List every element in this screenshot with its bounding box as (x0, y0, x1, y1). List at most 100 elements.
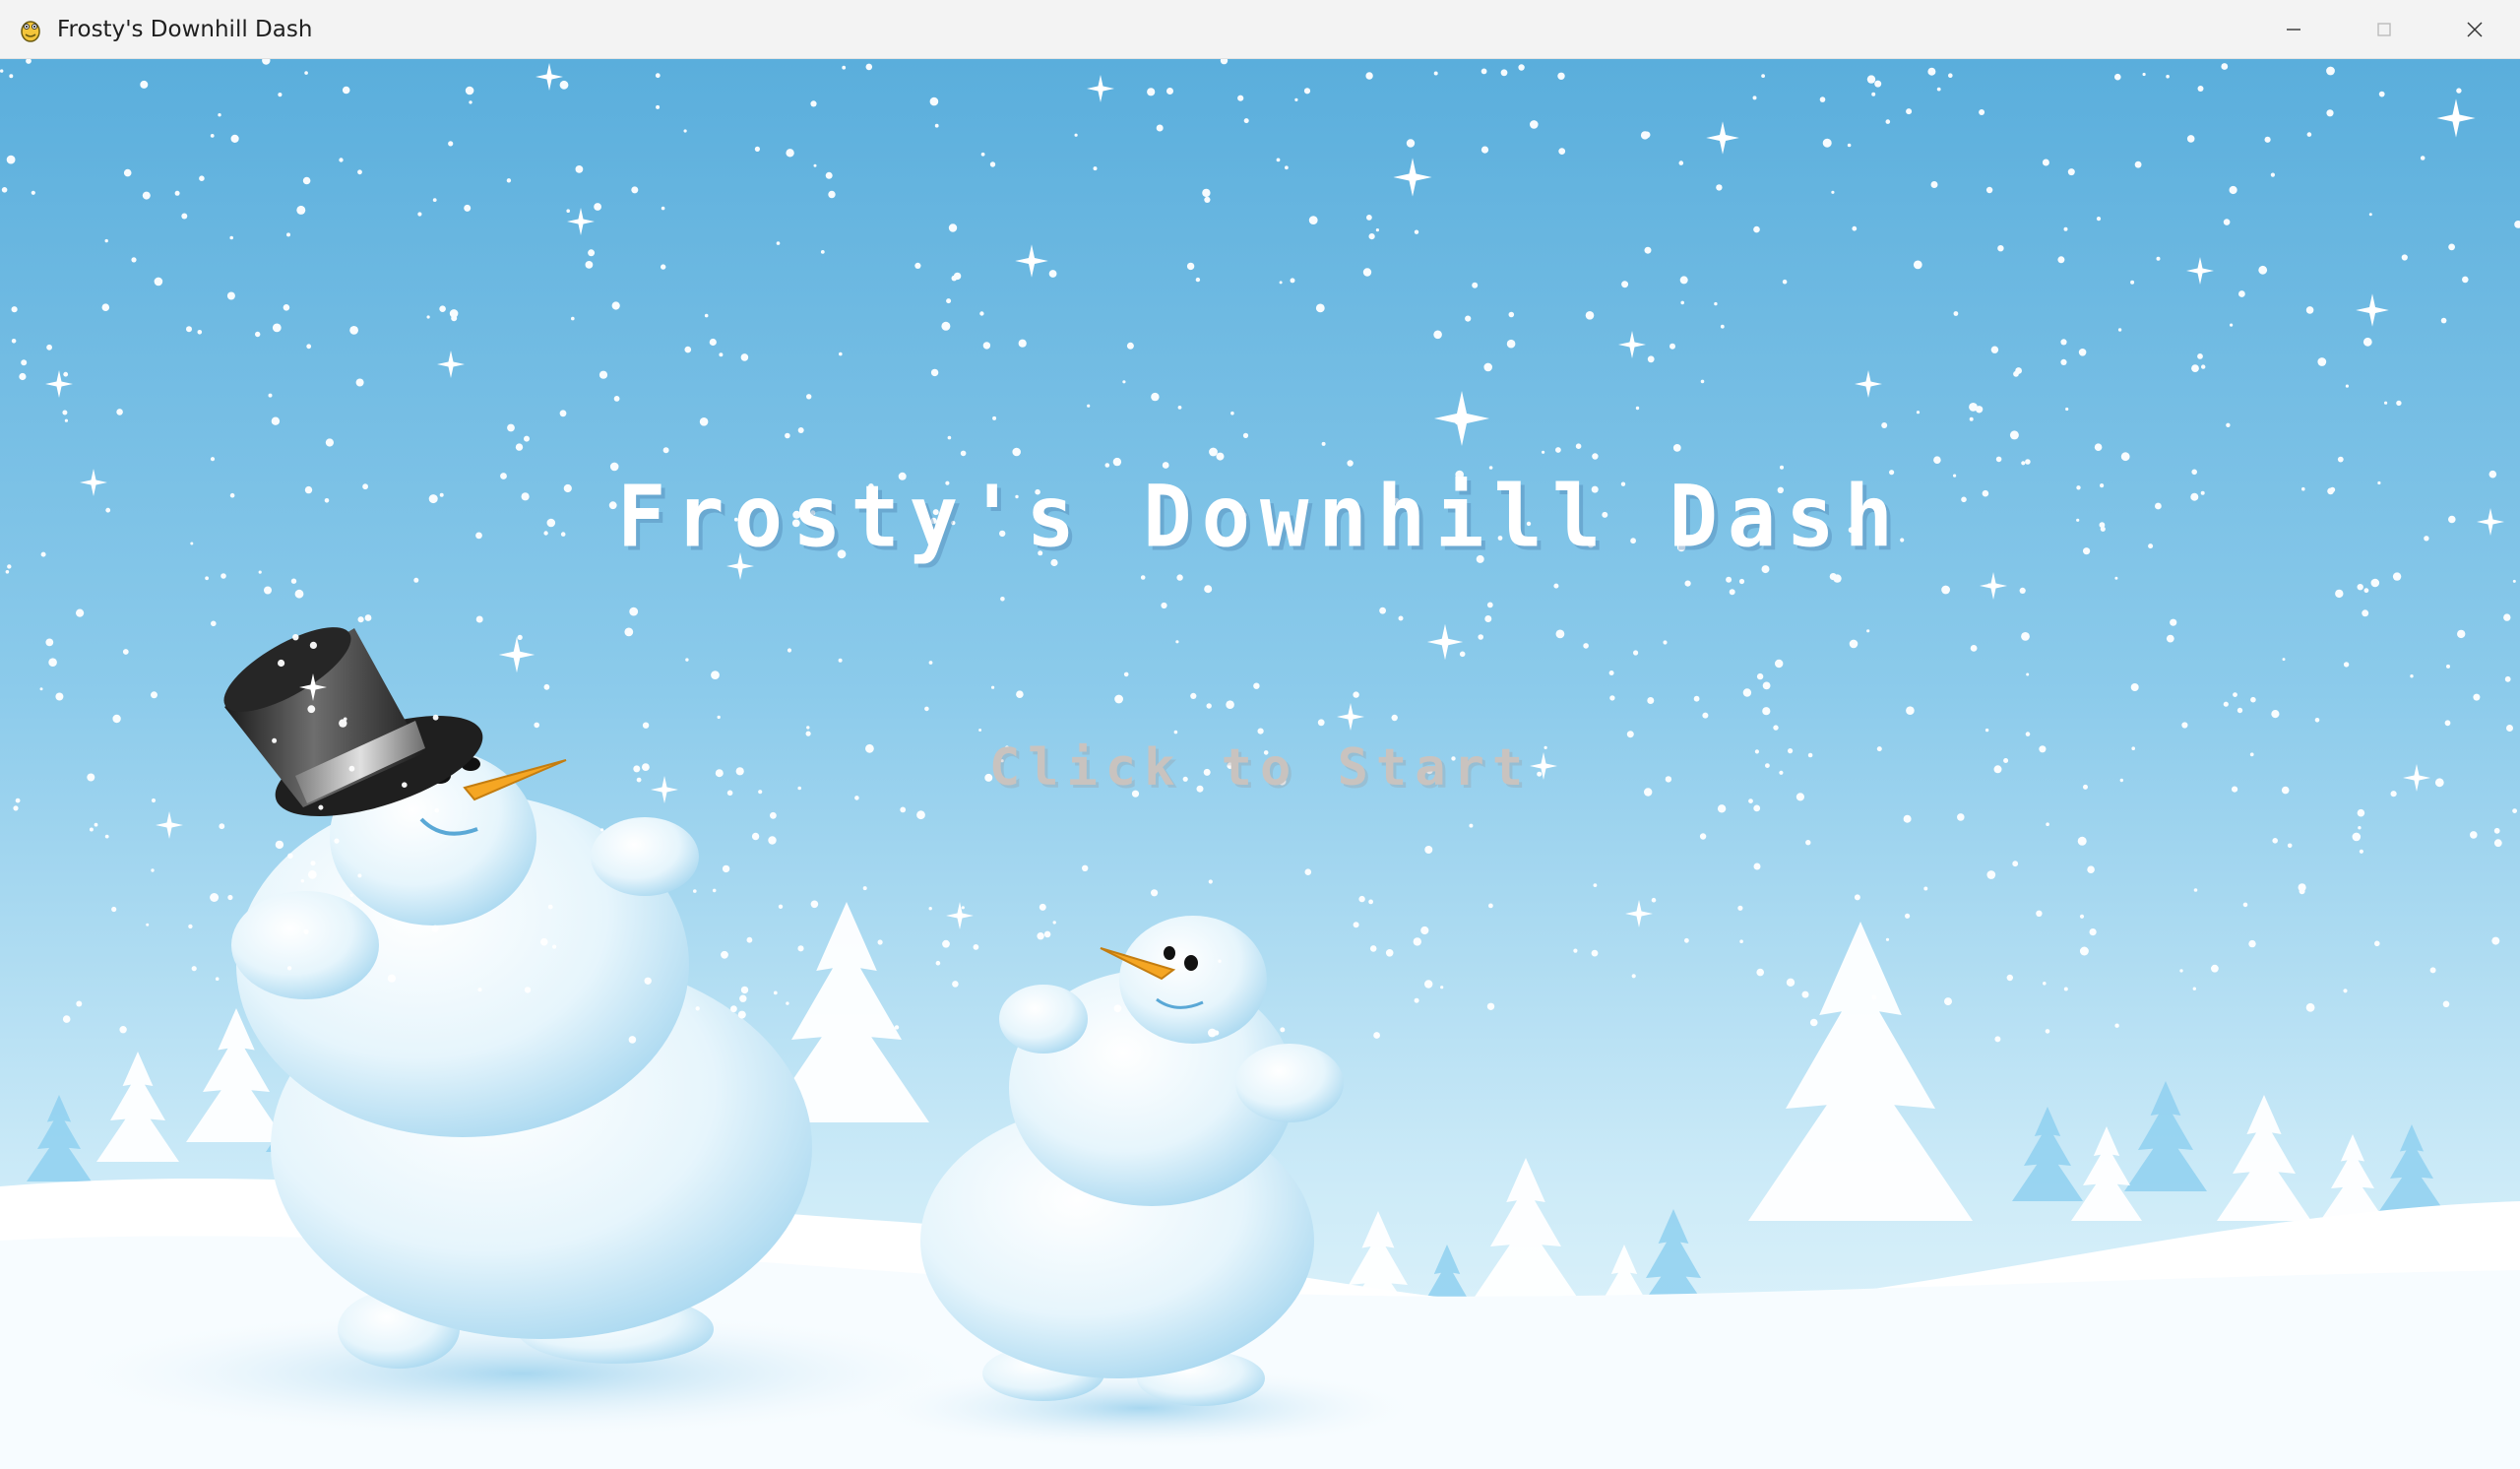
snow-speck (806, 394, 812, 400)
snow-speck (1166, 88, 1173, 95)
snow-speck (2401, 254, 2408, 261)
snow-speck (1626, 731, 1634, 738)
snow-speck (598, 370, 608, 379)
snow-speck (717, 715, 721, 720)
snow-speck (928, 661, 933, 665)
snow-speck (540, 937, 548, 946)
snow-speck (1699, 833, 1707, 840)
snow-speck (2078, 349, 2087, 356)
snow-speck (722, 864, 730, 873)
snow-speck (339, 158, 344, 162)
snow-speck (2305, 1002, 2315, 1012)
snow-speck (1631, 974, 1636, 979)
window-title: Frosty's Downhill Dash (57, 16, 313, 42)
snow-speck (2272, 838, 2278, 844)
snow-speck (1957, 813, 1965, 821)
snow-speck (258, 570, 262, 574)
snow-speck (2491, 936, 2500, 945)
snow-speck (2015, 367, 2022, 374)
snow-speck (785, 432, 790, 439)
snow-speck (2462, 276, 2469, 284)
snow-speck (1621, 281, 1629, 288)
snow-speck (1643, 131, 1651, 139)
snow-speck (464, 204, 472, 212)
snow-speck (2179, 969, 2183, 973)
snow-speck (307, 705, 316, 714)
snow-speck (2223, 219, 2231, 225)
snow-speck (63, 371, 69, 377)
snow-speck (219, 823, 225, 830)
snow-speck (1175, 640, 1179, 644)
snow-speck (642, 722, 650, 729)
snow-speck (1670, 343, 1675, 350)
snow-speck (2374, 940, 2380, 947)
snow-speck (810, 100, 817, 107)
snow-speck (559, 410, 567, 417)
snow-speck (55, 692, 64, 701)
minimize-button[interactable] (2248, 0, 2339, 59)
snow-speck (1775, 659, 1784, 669)
snow-speck (1209, 447, 1218, 457)
snow-speck (230, 134, 239, 143)
snow-speck (1486, 602, 1493, 608)
snow-speck (787, 648, 792, 653)
snow-speck (2045, 1029, 2050, 1034)
maximize-button[interactable] (2339, 0, 2429, 59)
snow-speck (1186, 262, 1195, 271)
start-prompt[interactable]: Click to Start (0, 738, 2520, 798)
snow-speck (1702, 712, 1709, 719)
game-canvas[interactable]: Frosty's Downhill Dash Click to Start (0, 59, 2520, 1469)
snow-speck (146, 923, 150, 926)
snow-speck (199, 175, 205, 181)
snow-speck (1368, 899, 1373, 905)
snow-speck (413, 577, 419, 583)
snow-speck (828, 190, 836, 199)
snow-speck (813, 163, 817, 167)
snow-speck (426, 315, 430, 319)
snow-speck (275, 840, 284, 850)
snow-speck (1366, 215, 1372, 221)
snow-speck (524, 435, 530, 442)
snow-speck (2170, 618, 2177, 626)
snow-speck (151, 798, 157, 803)
snow-speck (325, 438, 334, 447)
snow-speck (76, 1000, 83, 1007)
snow-speck (1469, 823, 1474, 828)
snow-speck (1874, 80, 1882, 88)
snow-speck (661, 264, 666, 270)
snow-speck (1385, 949, 1394, 957)
snow-speck (739, 994, 747, 1002)
snow-speck (1214, 1030, 1220, 1036)
snow-speck (1762, 707, 1771, 716)
snow-speck (300, 879, 304, 883)
snow-speck (778, 904, 784, 909)
title-bar[interactable]: Frosty's Downhill Dash (0, 0, 2520, 59)
snow-speck (448, 141, 454, 147)
snow-speck (2440, 317, 2447, 324)
snow-speck (1801, 990, 1809, 998)
snow-speck (1276, 158, 1281, 162)
snow-speck (2282, 658, 2286, 662)
snow-speck (1230, 411, 1234, 415)
snow-speck (655, 73, 661, 79)
snow-speck (2026, 672, 2030, 676)
snow-speck (842, 65, 847, 70)
snow-speck (2094, 443, 2103, 452)
snow-speck (1373, 1032, 1380, 1039)
snow-speck (839, 351, 843, 356)
snow-speck (2337, 456, 2344, 463)
snow-speck (1969, 416, 1974, 421)
snow-speck (1140, 575, 1146, 580)
snow-speck (1822, 138, 1832, 148)
close-button[interactable] (2429, 0, 2520, 59)
snow-speck (1591, 949, 1599, 957)
snow-speck (181, 213, 188, 220)
snow-speck (2473, 693, 2481, 701)
snow-speck (1347, 460, 1354, 467)
snow-speck (786, 1001, 789, 1005)
snow-speck (552, 944, 557, 949)
snow-speck (1684, 937, 1689, 943)
snow-speck (272, 323, 282, 333)
snow-speck (45, 638, 54, 647)
snow-speck (94, 822, 98, 827)
